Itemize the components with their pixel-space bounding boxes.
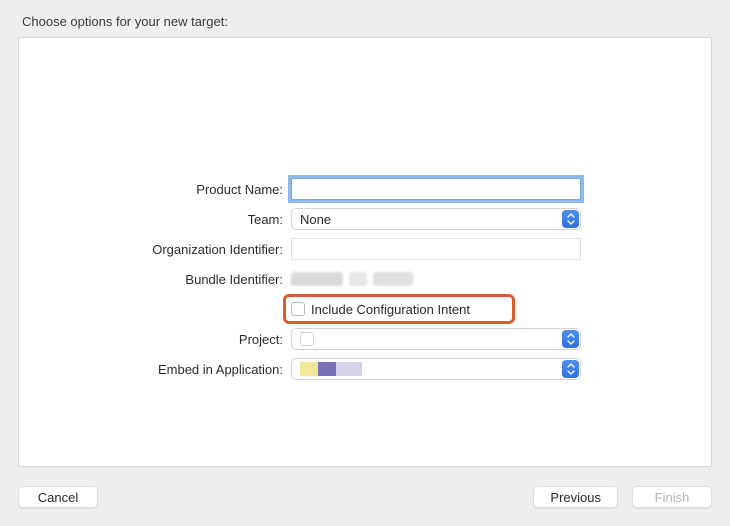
label-bundle-id: Bundle Identifier: xyxy=(19,272,291,287)
label-org-id: Organization Identifier: xyxy=(19,242,291,257)
chevron-up-down-icon xyxy=(562,330,579,348)
row-bundle-id: Bundle Identifier: xyxy=(19,264,711,294)
include-config-checkbox[interactable] xyxy=(291,302,305,316)
team-select-value: None xyxy=(300,212,331,227)
chevron-up-down-icon xyxy=(562,360,579,378)
new-target-options-sheet: Choose options for your new target: Prod… xyxy=(0,0,730,526)
button-bar: Cancel Previous Finish xyxy=(18,486,712,508)
team-select[interactable]: None xyxy=(291,208,581,230)
app-icon xyxy=(300,362,362,376)
label-team: Team: xyxy=(19,212,291,227)
options-form: Product Name: Team: None Organiz xyxy=(19,174,711,384)
label-embed-app: Embed in Application: xyxy=(19,362,291,377)
finish-button[interactable]: Finish xyxy=(632,486,712,508)
bundle-id-value xyxy=(291,268,581,290)
previous-button[interactable]: Previous xyxy=(533,486,618,508)
product-name-input[interactable] xyxy=(291,178,581,200)
embed-app-select[interactable] xyxy=(291,358,581,380)
row-project: Project: xyxy=(19,324,711,354)
sheet-title: Choose options for your new target: xyxy=(22,14,712,29)
row-team: Team: None xyxy=(19,204,711,234)
org-id-field[interactable] xyxy=(291,238,581,260)
include-config-label: Include Configuration Intent xyxy=(311,302,470,317)
project-icon xyxy=(300,332,314,346)
row-org-id: Organization Identifier: xyxy=(19,234,711,264)
row-embed-app: Embed in Application: xyxy=(19,354,711,384)
chevron-up-down-icon xyxy=(562,210,579,228)
options-panel: Product Name: Team: None Organiz xyxy=(18,37,712,467)
cancel-button[interactable]: Cancel xyxy=(18,486,98,508)
label-product-name: Product Name: xyxy=(19,182,291,197)
row-product-name: Product Name: xyxy=(19,174,711,204)
project-select[interactable] xyxy=(291,328,581,350)
label-project: Project: xyxy=(19,332,291,347)
row-include-config: Include Configuration Intent xyxy=(19,294,711,324)
